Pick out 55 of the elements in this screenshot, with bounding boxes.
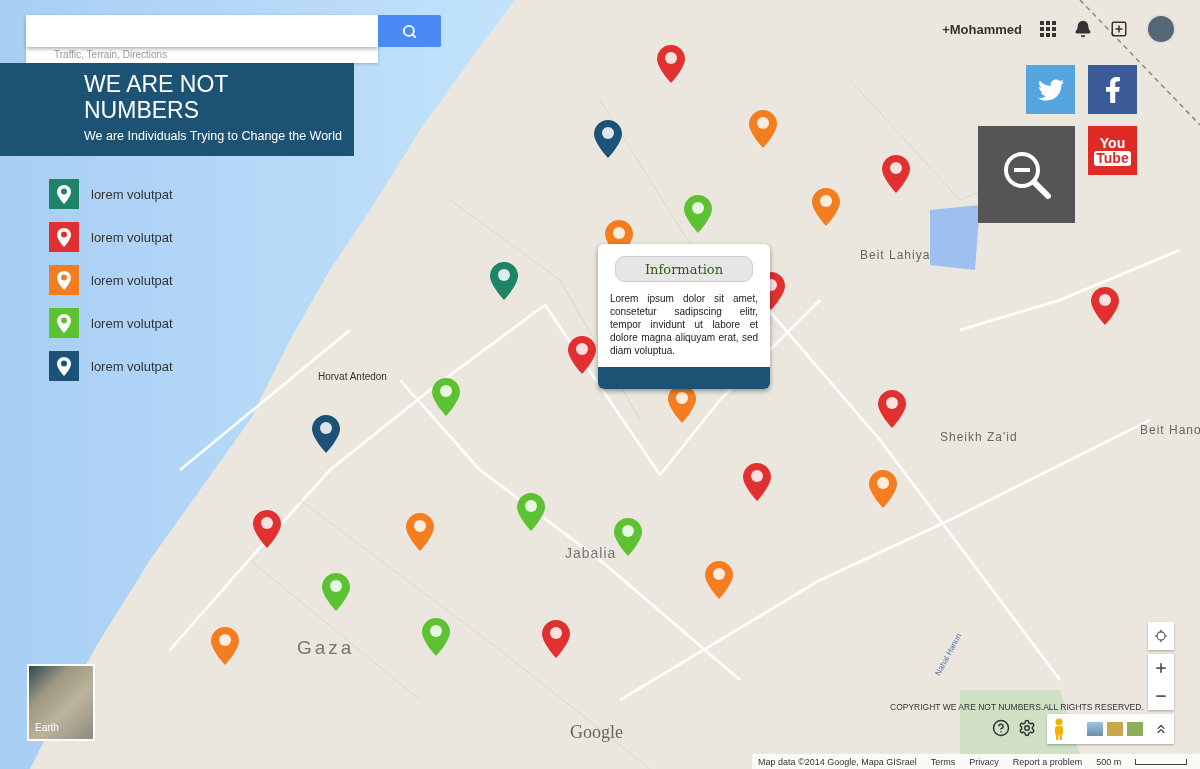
avatar[interactable] (1146, 14, 1176, 44)
settings-icon[interactable] (1018, 719, 1036, 737)
map-pin[interactable] (490, 262, 518, 300)
my-location-button[interactable] (1148, 622, 1174, 650)
pool-area (930, 205, 980, 270)
apps-grid-icon[interactable] (1040, 21, 1056, 37)
map-pin[interactable] (657, 45, 685, 83)
map-pin[interactable] (253, 510, 281, 548)
map-pin[interactable] (542, 620, 570, 658)
map-pin[interactable] (1091, 287, 1119, 325)
brand-subtitle: We are Individuals Trying to Change the World (84, 129, 343, 143)
footer-link[interactable]: Privacy (969, 756, 999, 767)
brand-title: WE ARE NOT NUMBERS (84, 71, 229, 123)
place-label: Beit Lahiya (860, 248, 931, 262)
map-pin[interactable] (568, 336, 596, 374)
plus-icon (1154, 661, 1168, 675)
legend-label: lorem volutpat (91, 315, 173, 331)
map-logo: Google (570, 722, 623, 743)
imagery-thumbnail[interactable] (1127, 722, 1143, 736)
map-attribution: Map data ©2014 Google, Mapa GISrael (758, 756, 917, 767)
legend-label: lorem volutpat (91, 272, 173, 288)
map-pin[interactable] (878, 390, 906, 428)
place-label: Sheikh Za'id (940, 430, 1018, 444)
copyright-text: COPYRIGHT WE ARE NOT NUMBERS.ALL RIGHTS RESERVED. (890, 702, 1144, 712)
imagery-thumbnail[interactable] (1107, 722, 1123, 736)
place-label: Horvat Antedon (318, 371, 387, 382)
user-link[interactable]: +Mohammed (942, 21, 1022, 37)
zoom-out-button[interactable] (978, 126, 1075, 223)
place-label: Jabalia (565, 545, 617, 561)
footer-link[interactable]: Terms (930, 756, 956, 767)
location-icon (1154, 629, 1168, 643)
chevrons-up-icon[interactable] (1154, 722, 1168, 736)
notification-bell-icon[interactable] (1074, 20, 1092, 38)
legend-label: lorem volutpat (91, 229, 173, 245)
map-pin[interactable] (312, 415, 340, 453)
map-pin[interactable] (743, 463, 771, 501)
popup-title: Information (615, 256, 753, 282)
legend-label: lorem volutpat (91, 358, 173, 374)
map-pin[interactable] (882, 155, 910, 193)
help-icon[interactable] (992, 719, 1010, 737)
facebook-button[interactable] (1088, 65, 1137, 114)
scale-bar (1135, 758, 1188, 765)
legend-label: lorem volutpat (91, 186, 173, 202)
footer-link[interactable]: Report a problem (1012, 756, 1083, 767)
place-label: Gaza (297, 637, 355, 659)
youtube-button[interactable]: You Tube (1088, 126, 1137, 175)
popup-text: Lorem ipsum dolor sit amet, consetetur sadipscing elitr, tempor invidunt ut labore et dolore magna aliquyam erat, sed diam voluptua. (610, 292, 758, 358)
search-icon (402, 23, 417, 39)
search-field[interactable] (26, 15, 378, 47)
scale-label: 500 m (1096, 756, 1122, 767)
search-button[interactable] (378, 15, 441, 47)
add-square-icon[interactable] (1110, 20, 1128, 38)
twitter-button[interactable] (1026, 65, 1075, 114)
imagery-thumbnail[interactable] (1087, 722, 1103, 736)
map-pin[interactable] (594, 120, 622, 158)
